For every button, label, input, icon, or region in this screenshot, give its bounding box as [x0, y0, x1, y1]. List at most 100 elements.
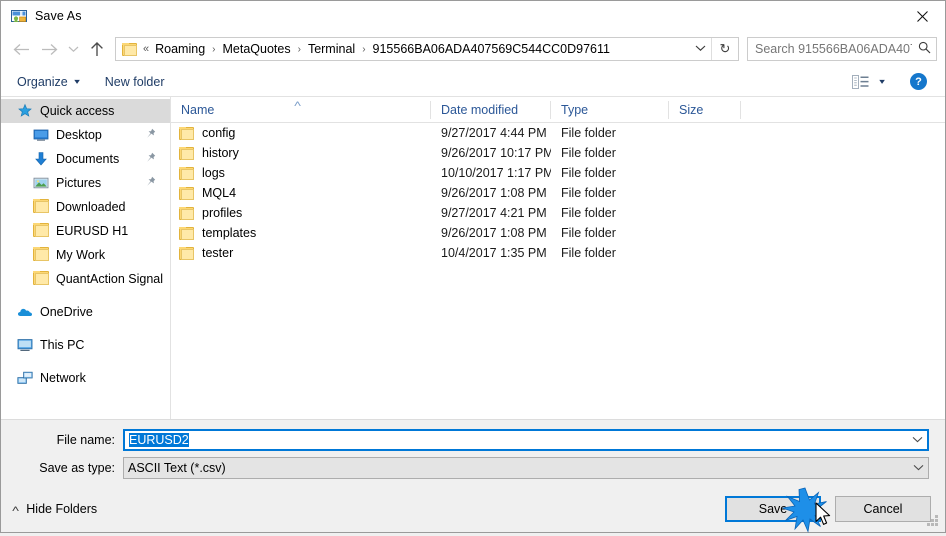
table-row[interactable]: tester 10/4/2017 1:35 PM File folder — [171, 243, 945, 263]
view-chevron-down-icon[interactable]: ▾ — [879, 77, 885, 86]
sidebar-item-documents[interactable]: Documents — [1, 147, 170, 171]
file-name-label: MQL4 — [202, 186, 237, 200]
sidebar-item-label: Network — [40, 371, 86, 385]
table-row[interactable]: history 9/26/2017 10:17 PM File folder — [171, 143, 945, 163]
search-input[interactable]: Search 915566BA06ADA40756... — [748, 42, 912, 56]
sidebar-item-eurusd-h1[interactable]: EURUSD H1 — [1, 219, 170, 243]
new-folder-button[interactable]: New folder — [105, 75, 165, 89]
table-row[interactable]: config 9/27/2017 4:44 PM File folder — [171, 123, 945, 143]
sidebar-item-label: Downloaded — [56, 200, 126, 214]
documents-download-icon — [33, 151, 49, 167]
file-name-label: logs — [202, 166, 225, 180]
close-icon[interactable] — [899, 1, 945, 31]
column-header-label: Name — [181, 102, 215, 117]
file-name-cell: history — [171, 146, 431, 160]
file-name-cell: templates — [171, 226, 431, 240]
forward-icon[interactable] — [35, 36, 63, 62]
column-header-date-modified[interactable]: Date modified — [431, 100, 551, 119]
sidebar-item-label: This PC — [40, 338, 85, 352]
table-row[interactable]: profiles 9/27/2017 4:21 PM File folder — [171, 203, 945, 223]
file-type-cell: File folder — [561, 186, 616, 200]
sidebar-item-my-work[interactable]: My Work — [1, 243, 170, 267]
pictures-icon — [33, 175, 49, 191]
recent-locations-chevron-down-icon[interactable] — [63, 36, 83, 62]
pin-icon[interactable] — [145, 176, 156, 189]
save-as-icon — [11, 8, 27, 24]
pin-icon[interactable] — [145, 152, 156, 165]
folder-icon — [33, 223, 49, 239]
refresh-icon[interactable]: ↻ — [711, 38, 738, 60]
folder-icon — [179, 126, 194, 140]
window-title: Save As — [35, 9, 82, 23]
column-header-name[interactable]: Name ˄ — [171, 99, 431, 119]
file-name-label: history — [202, 146, 239, 160]
breadcrumb-separator[interactable]: › — [356, 44, 371, 55]
breadcrumb-item-1[interactable]: MetaQuotes — [222, 42, 292, 56]
resize-grip[interactable] — [927, 515, 939, 527]
desktop-icon — [33, 127, 49, 143]
file-name-chevron-down-icon[interactable] — [907, 435, 927, 446]
star-icon — [17, 103, 33, 119]
file-date-cell: 9/27/2017 4:44 PM — [441, 126, 547, 140]
save-as-type-chevron-down-icon[interactable] — [908, 463, 928, 474]
file-name-input[interactable]: EURUSD2 — [123, 429, 929, 451]
sidebar-item-label: Desktop — [56, 128, 102, 142]
folder-icon — [33, 271, 49, 287]
hide-folders-button[interactable]: ˄ Hide Folders — [11, 502, 97, 516]
save-as-type-select[interactable]: ASCII Text (*.csv) — [123, 457, 929, 479]
table-row[interactable]: logs 10/10/2017 1:17 PM File folder — [171, 163, 945, 183]
file-date-cell: 10/10/2017 1:17 PM — [441, 166, 551, 180]
table-row[interactable]: MQL4 9/26/2017 1:08 PM File folder — [171, 183, 945, 203]
file-date-cell: 9/26/2017 1:08 PM — [441, 226, 547, 240]
sidebar-item-pictures[interactable]: Pictures — [1, 171, 170, 195]
column-header-size[interactable]: Size — [669, 100, 741, 119]
breadcrumb-separator[interactable]: › — [292, 44, 307, 55]
breadcrumb-item-3[interactable]: 915566BA06ADA407569C544CC0D97611 — [372, 42, 611, 56]
sidebar-item-quantaction-signal[interactable]: QuantAction Signal — [1, 267, 170, 291]
breadcrumb-item-2[interactable]: Terminal — [307, 42, 356, 56]
file-name-value[interactable]: EURUSD2 — [125, 433, 907, 447]
back-icon[interactable] — [7, 36, 35, 62]
column-header-type[interactable]: Type — [551, 100, 669, 119]
file-name-cell: config — [171, 126, 431, 140]
up-icon[interactable] — [83, 36, 111, 62]
save-button[interactable]: Save — [725, 496, 821, 522]
dialog-footer: ˄ Hide Folders Save Cancel — [1, 486, 945, 532]
folder-icon — [122, 42, 137, 56]
navigation-pane: Quick access Desktop Documents Pictures … — [1, 97, 171, 419]
network-icon — [17, 370, 33, 386]
breadcrumb-separator[interactable]: › — [206, 44, 221, 55]
sidebar-item-downloaded[interactable]: Downloaded — [1, 195, 170, 219]
file-name-selected-text: EURUSD2 — [129, 433, 189, 447]
sidebar-item-onedrive[interactable]: OneDrive — [1, 300, 170, 324]
table-row[interactable]: templates 9/26/2017 1:08 PM File folder — [171, 223, 945, 243]
sidebar-item-quick-access[interactable]: Quick access — [1, 99, 170, 123]
cancel-button[interactable]: Cancel — [835, 496, 931, 522]
chevron-down-icon: ▾ — [73, 77, 80, 86]
folder-icon — [179, 206, 194, 220]
save-as-type-value: ASCII Text (*.csv) — [128, 461, 226, 475]
folder-icon — [179, 166, 194, 180]
file-name-label: File name: — [56, 433, 115, 447]
search-icon — [912, 41, 936, 57]
breadcrumb-item-0[interactable]: Roaming — [154, 42, 206, 56]
title-bar: Save As — [1, 1, 945, 31]
search-box[interactable]: Search 915566BA06ADA40756... — [747, 37, 937, 61]
sidebar-item-label: OneDrive — [40, 305, 93, 319]
file-date-cell: 9/26/2017 1:08 PM — [441, 186, 547, 200]
pin-icon[interactable] — [145, 128, 156, 141]
file-name-cell: MQL4 — [171, 186, 431, 200]
view-options-icon[interactable] — [852, 74, 874, 90]
organize-button[interactable]: Organize ▾ — [17, 74, 80, 89]
sidebar-item-this-pc[interactable]: This PC — [1, 333, 170, 357]
address-bar[interactable]: « Roaming › MetaQuotes › Terminal › 9155… — [115, 37, 739, 61]
onedrive-cloud-icon — [17, 304, 33, 320]
sidebar-item-desktop[interactable]: Desktop — [1, 123, 170, 147]
organize-label: Organize — [17, 74, 68, 89]
breadcrumb-overflow[interactable]: « — [142, 43, 154, 55]
sidebar-item-network[interactable]: Network — [1, 366, 170, 390]
chevron-up-icon: ˄ — [11, 504, 20, 514]
help-icon[interactable]: ? — [910, 73, 927, 90]
folder-icon — [179, 186, 194, 200]
address-chevron-down-icon[interactable] — [689, 44, 711, 55]
